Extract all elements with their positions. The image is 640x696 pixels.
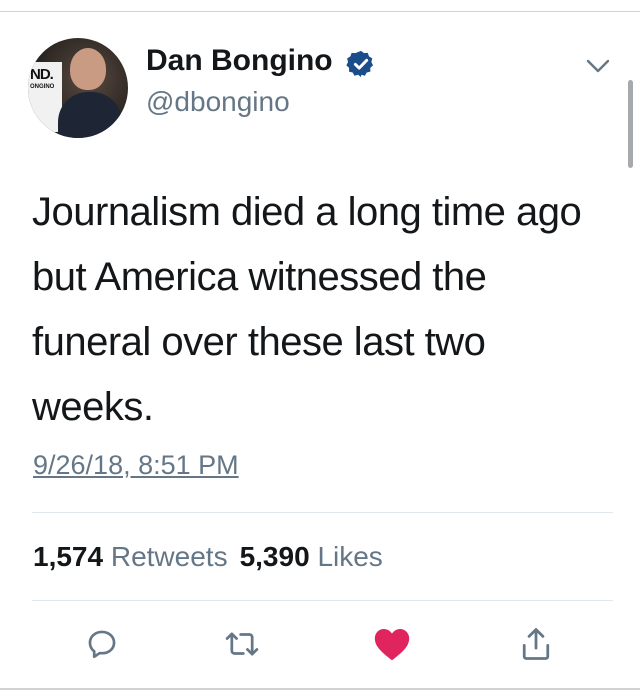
avatar-face <box>70 48 106 90</box>
retweets-stat[interactable]: 1,574 Retweets <box>33 541 228 572</box>
divider <box>32 512 613 513</box>
likes-count: 5,390 <box>239 541 310 572</box>
tweet-detail-view: ND. ONGINO Dan Bongino @dbongino Journal… <box>0 0 640 696</box>
retweets-label: Retweets <box>110 541 228 572</box>
divider <box>32 600 613 601</box>
verified-badge-icon <box>346 50 373 78</box>
reply-button[interactable] <box>80 624 124 664</box>
tweet-text: Journalism died a long time ago but Amer… <box>32 190 582 429</box>
retweet-button[interactable] <box>220 624 264 664</box>
chevron-down-icon[interactable] <box>584 56 612 76</box>
retweet-icon <box>225 632 259 656</box>
share-button[interactable] <box>514 624 558 664</box>
tweet-timestamp[interactable]: 9/26/18, 8:51 PM <box>33 450 239 481</box>
likes-label: Likes <box>317 541 383 572</box>
author-handle[interactable]: @dbongino <box>146 86 290 118</box>
likes-stat[interactable]: 5,390 Likes <box>240 541 383 572</box>
retweets-count: 1,574 <box>33 541 104 572</box>
heart-icon <box>374 628 410 661</box>
top-divider <box>0 11 640 12</box>
author-display-name[interactable]: Dan Bongino <box>146 44 333 78</box>
like-button[interactable] <box>370 624 414 664</box>
avatar-banner-subtext: ONGINO <box>30 84 55 90</box>
engagement-stats: 1,574 Retweets 5,390 Likes <box>33 541 383 573</box>
bottom-divider <box>0 688 640 690</box>
avatar[interactable]: ND. ONGINO <box>28 38 128 138</box>
avatar-banner-text: ND. <box>30 66 54 83</box>
reply-icon <box>88 630 116 659</box>
scrollbar[interactable] <box>628 80 633 168</box>
avatar-shirt <box>58 92 122 138</box>
share-icon <box>522 628 550 660</box>
